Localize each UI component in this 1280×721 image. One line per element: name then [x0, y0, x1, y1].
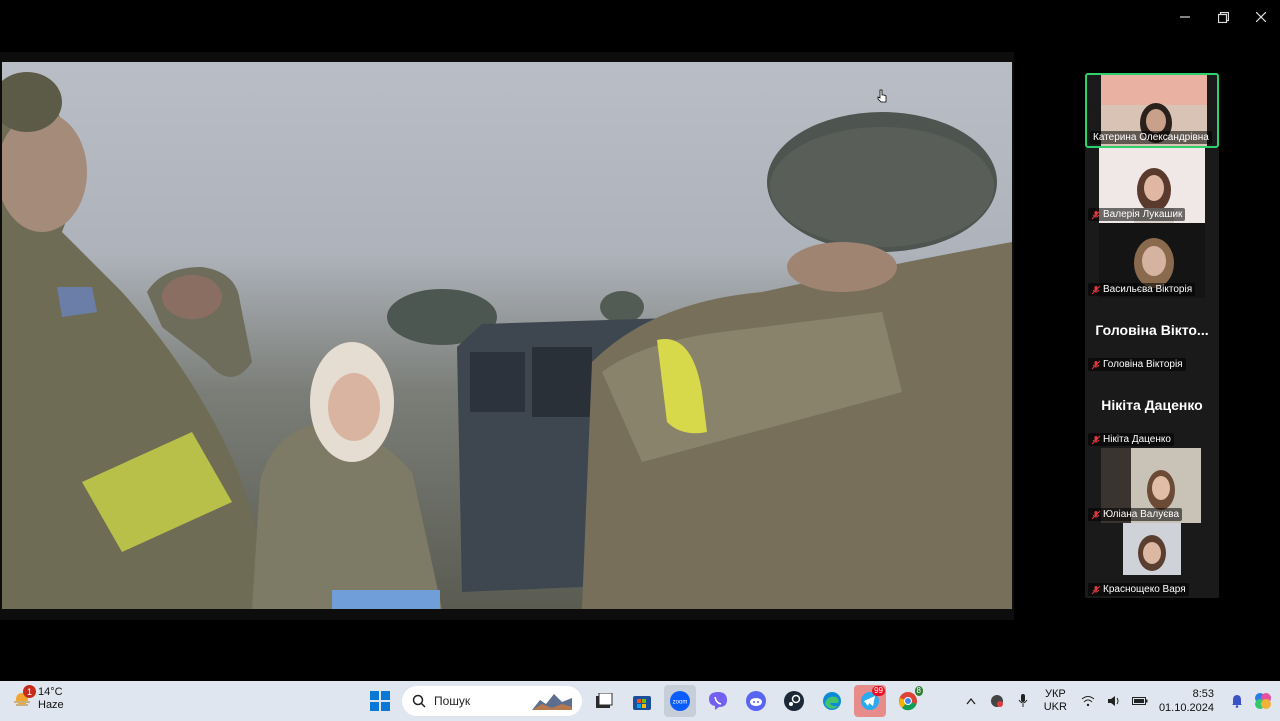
hand-cursor-icon [877, 89, 887, 103]
zoom-icon: zoom [670, 691, 690, 711]
steam-icon [784, 691, 804, 711]
taskbar-app-discord[interactable] [740, 685, 772, 717]
participant-name-tag: Нікіта Даценко [1088, 433, 1174, 446]
weather-icon: 1 [12, 685, 36, 709]
window-controls [1166, 0, 1280, 36]
search-highlight-icon [532, 694, 572, 710]
clock-time: 8:53 [1192, 688, 1214, 700]
bell-icon [1232, 695, 1242, 708]
participant-name: Нікіта Даценко [1103, 434, 1171, 445]
weather-widget[interactable]: 1 14°C Haze [12, 685, 64, 712]
participant-name: Васильєва Вікторія [1103, 284, 1193, 295]
clock[interactable]: 8:53 01.10.2024 [1159, 687, 1214, 715]
participant-tile[interactable]: Краснощеко Варя [1085, 523, 1219, 598]
participant-name-tag: Головіна Вікторія [1088, 358, 1186, 371]
minimize-icon [1180, 16, 1190, 18]
language-line1: УКР [1044, 688, 1066, 700]
system-tray: УКР UKR 8:53 01.10.2024 [958, 681, 1280, 721]
weather-temp: 14°C [38, 686, 63, 698]
participant-tile[interactable]: Катерина Олександрівна [1085, 73, 1219, 148]
clock-date: 01.10.2024 [1158, 702, 1214, 714]
telegram-badge: 99 [872, 686, 885, 696]
mic-off-icon [1091, 510, 1101, 519]
participant-tile[interactable]: Валерія Лукашик [1085, 148, 1219, 223]
microphone-icon [1018, 694, 1028, 707]
weather-badge: 1 [23, 685, 36, 698]
taskbar-app-chrome[interactable]: 8 [892, 685, 924, 717]
taskbar: 1 14°C Haze Пошук zoom 99 8 УКР UKR 8:53… [0, 681, 1280, 721]
participants-panel: Катерина Олександрівна Валерія Лукашик В… [1085, 73, 1219, 598]
taskbar-app-viber[interactable] [702, 685, 734, 717]
language-indicator[interactable]: УКР UKR [1044, 688, 1067, 714]
participant-name-tag: Катерина Олександрівна [1090, 131, 1212, 144]
participant-name: Юліана Валуєва [1103, 509, 1180, 520]
network-button[interactable] [1077, 690, 1099, 712]
windows-icon [370, 691, 390, 711]
search-box[interactable]: Пошук [402, 686, 582, 716]
edge-icon [823, 692, 841, 710]
participant-name-tag: Валерія Лукашик [1088, 208, 1186, 221]
restore-icon [1217, 11, 1229, 23]
participant-name: Валерія Лукашик [1103, 209, 1183, 220]
mic-off-icon [1091, 585, 1101, 594]
chrome-badge: 8 [914, 686, 923, 696]
minimize-button[interactable] [1166, 0, 1204, 34]
taskbar-app-steam[interactable] [778, 685, 810, 717]
mic-off-icon [1091, 435, 1101, 444]
security-icon [990, 695, 1003, 707]
task-view-icon [596, 693, 613, 708]
video-frame-image [2, 72, 1012, 609]
mic-off-icon [1091, 210, 1101, 219]
taskbar-app-zoom[interactable]: zoom [664, 685, 696, 717]
participant-display-name: Головіна Вікто... [1095, 322, 1209, 338]
taskbar-app-edge[interactable] [816, 685, 848, 717]
start-button[interactable] [364, 685, 396, 717]
participant-name-tag: Краснощеко Варя [1088, 583, 1189, 596]
viber-icon [709, 692, 727, 710]
copilot-button[interactable] [1252, 690, 1274, 712]
mic-off-icon [1091, 360, 1101, 369]
battery-icon [1131, 697, 1148, 705]
taskbar-app-microsoft-store[interactable] [626, 685, 658, 717]
store-icon [633, 696, 651, 710]
show-hidden-icons-button[interactable] [960, 690, 982, 712]
taskbar-app-file-explorer[interactable] [588, 685, 620, 717]
chevron-up-icon [966, 697, 976, 705]
microphone-tray-button[interactable] [1012, 690, 1034, 712]
participant-tile[interactable]: Головіна Вікто... Головіна Вікторія [1085, 298, 1219, 373]
participant-name-tag: Васильєва Вікторія [1088, 283, 1196, 296]
participant-name: Головіна Вікторія [1103, 359, 1183, 370]
discord-icon [746, 691, 766, 711]
participant-tile[interactable]: Юліана Валуєва [1085, 448, 1219, 523]
close-icon [1256, 12, 1266, 22]
search-placeholder: Пошук [434, 694, 471, 708]
speaker-icon [1107, 696, 1119, 706]
participant-name-tag: Юліана Валуєва [1088, 508, 1183, 521]
close-button[interactable] [1242, 0, 1280, 34]
weather-condition: Haze [38, 699, 64, 711]
volume-button[interactable] [1103, 690, 1125, 712]
participant-name: Краснощеко Варя [1103, 584, 1186, 595]
taskbar-apps: Пошук zoom 99 8 [364, 685, 924, 717]
shared-video[interactable] [2, 62, 1012, 609]
restore-button[interactable] [1204, 0, 1242, 34]
mic-off-icon [1091, 285, 1101, 294]
taskbar-app-telegram[interactable]: 99 [854, 685, 886, 717]
tray-app-icon[interactable] [986, 690, 1008, 712]
participant-name: Катерина Олександрівна [1093, 132, 1209, 143]
battery-button[interactable] [1129, 690, 1151, 712]
wifi-icon [1081, 696, 1095, 707]
participant-tile[interactable]: Васильєва Вікторія [1085, 223, 1219, 298]
notifications-button[interactable] [1226, 690, 1248, 712]
participant-display-name: Нікіта Даценко [1101, 397, 1203, 413]
language-line2: UKR [1043, 701, 1067, 713]
copilot-icon [1255, 693, 1271, 709]
svg-text:zoom: zoom [673, 700, 688, 706]
participant-tile[interactable]: Нікіта Даценко Нікіта Даценко [1085, 373, 1219, 448]
search-icon [412, 694, 426, 708]
